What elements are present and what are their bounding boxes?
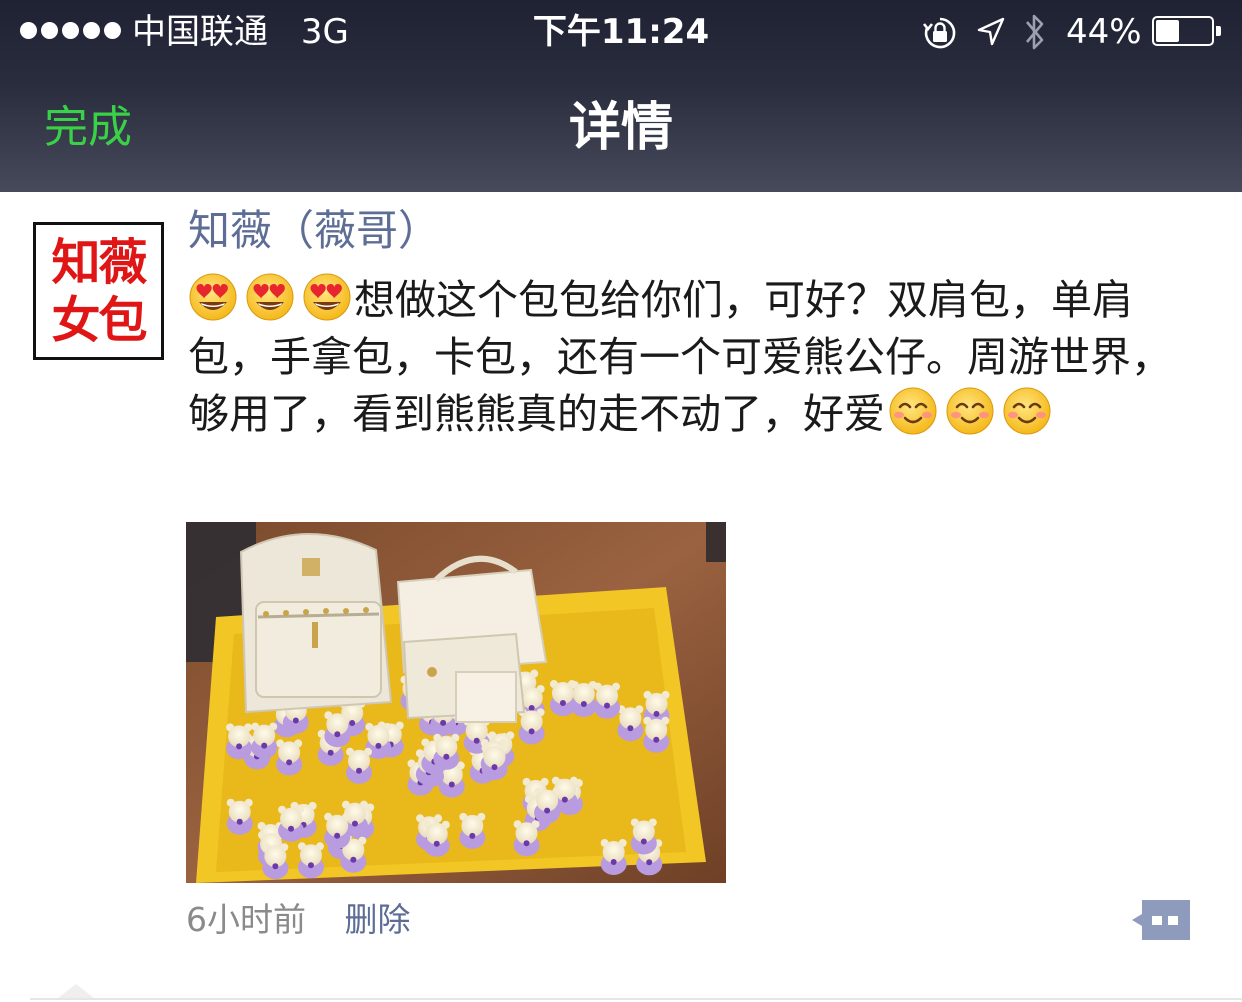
- teddy-bear: [570, 680, 597, 717]
- teddy-bear: [534, 787, 561, 824]
- teddy-bear: [423, 820, 450, 857]
- teddy-bear: [513, 820, 540, 857]
- battery-nub: [1216, 26, 1221, 36]
- blush-smile-emoji-icon: [1002, 386, 1052, 436]
- teddy-bear: [297, 842, 324, 879]
- location-icon: [977, 17, 1005, 46]
- heart-eyes-emoji-icon: [302, 272, 352, 322]
- blush-smile-emoji-icon: [888, 386, 938, 436]
- orientation-lock-icon: [922, 17, 956, 49]
- teddy-bear: [324, 711, 351, 748]
- battery-fill: [1156, 20, 1179, 42]
- blush-smile-emoji-icon: [945, 386, 995, 436]
- post-time: 6小时前: [186, 900, 306, 939]
- teddy-bear: [324, 812, 351, 849]
- status-bar: 中国联通 3G 下午11:24 44%: [0, 0, 1242, 64]
- post-text: 想做这个包包给你们，可好？双肩包，单肩包，手拿包，卡包，还有一个可爱熊公仔。周游…: [188, 272, 1188, 443]
- post-photo[interactable]: [186, 522, 726, 883]
- teddy-bear: [459, 812, 486, 849]
- teddy-bear: [594, 682, 621, 719]
- teddy-bear: [643, 716, 670, 753]
- battery-percent: 44%: [1066, 12, 1142, 52]
- avatar-text-line2: 女包: [51, 292, 147, 349]
- teddy-bear: [600, 838, 627, 875]
- top-bar: 中国联通 3G 下午11:24 44% 完成 详情: [0, 0, 1242, 192]
- delete-button[interactable]: 删除: [345, 900, 411, 939]
- teddy-bear: [226, 723, 253, 760]
- post-meta: 6小时前 删除: [186, 895, 411, 945]
- avatar-text-line1: 知薇: [51, 234, 147, 291]
- teddy-bear: [278, 805, 305, 842]
- divider: [30, 998, 1242, 1000]
- comment-icon[interactable]: [1130, 898, 1192, 942]
- teddy-bear: [251, 722, 278, 759]
- author-name[interactable]: 知薇（薇哥）: [188, 202, 440, 260]
- teddy-bear: [630, 818, 657, 855]
- teddy-bear: [262, 843, 289, 880]
- teddy-bear: [481, 744, 508, 781]
- teddy-bear: [518, 708, 545, 745]
- status-icons: 44%: [918, 8, 1228, 56]
- teddy-bear: [226, 798, 253, 835]
- teddy-bear: [617, 705, 644, 742]
- teddy-bear: [346, 747, 373, 784]
- avatar[interactable]: 知薇 女包: [33, 222, 164, 360]
- comment-area-notch: [58, 984, 94, 998]
- teddy-bear: [276, 739, 303, 776]
- teddy-bear: [433, 733, 460, 770]
- heart-eyes-emoji-icon: [245, 272, 295, 322]
- bluetooth-icon: [1026, 14, 1044, 50]
- battery-icon: [1152, 16, 1221, 46]
- page-title: 详情: [568, 98, 673, 158]
- heart-eyes-emoji-icon: [188, 272, 238, 322]
